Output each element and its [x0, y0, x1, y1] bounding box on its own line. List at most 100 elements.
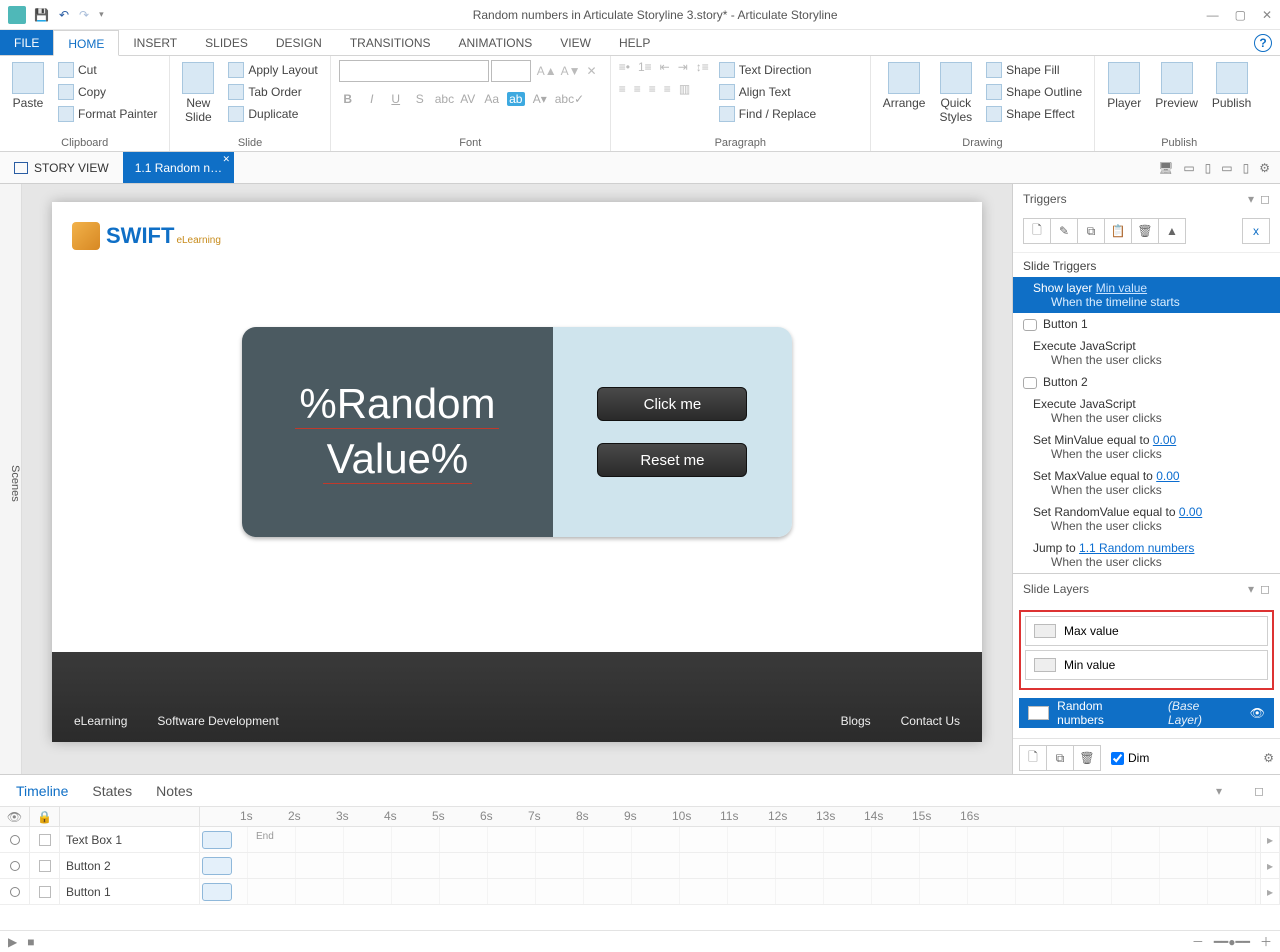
phone-portrait-icon[interactable]: ▯ [1243, 161, 1250, 175]
visible-icon[interactable]: 👁 [1250, 706, 1265, 720]
align-center-icon[interactable]: ≡ [634, 82, 641, 96]
lock-toggle[interactable] [39, 860, 51, 872]
zoom-in-icon[interactable]: ＋ [1260, 933, 1272, 950]
panel-undock-icon[interactable]: ◻ [1260, 192, 1270, 206]
shape-outline-button[interactable]: Shape Outline [982, 82, 1086, 102]
align-left-icon[interactable]: ≡ [619, 82, 626, 96]
charspace-button[interactable]: AV [459, 92, 477, 106]
row-expand-icon[interactable]: ▸ [1260, 853, 1280, 878]
timeline-chip[interactable] [202, 883, 232, 901]
click-me-button[interactable]: Click me [597, 387, 747, 421]
tab-design[interactable]: DESIGN [262, 30, 336, 55]
stop-button[interactable]: ■ [27, 935, 34, 949]
linespace-icon[interactable]: ↕≡ [696, 60, 709, 74]
play-button[interactable]: ▶ [8, 935, 17, 949]
variables-button[interactable]: x [1242, 218, 1270, 244]
lock-toggle[interactable] [39, 886, 51, 898]
shrink-font-icon[interactable]: A▼ [561, 64, 581, 78]
bullets-icon[interactable]: ≡• [619, 60, 630, 74]
quick-styles-button[interactable]: Quick Styles [935, 60, 976, 126]
copy-button[interactable]: Copy [54, 82, 161, 102]
trigger-setrandom[interactable]: Set RandomValue equal to 0.00When the us… [1013, 501, 1280, 537]
del-layer-button[interactable]: 🗑 [1073, 745, 1101, 771]
layer-max-value[interactable]: Max value [1025, 616, 1268, 646]
tab-file[interactable]: FILE [0, 30, 53, 55]
tab-notes[interactable]: Notes [156, 783, 193, 799]
dup-layer-button[interactable]: ⧉ [1046, 745, 1074, 771]
tab-states[interactable]: States [92, 783, 132, 799]
object-name[interactable]: Button 2 [60, 853, 200, 878]
publish-button[interactable]: Publish [1208, 60, 1255, 112]
object-name[interactable]: Text Box 1 [60, 827, 200, 852]
shape-fill-button[interactable]: Shape Fill [982, 60, 1086, 80]
clear-format-icon[interactable]: ✕ [587, 64, 597, 78]
italic-button[interactable]: I [363, 92, 381, 106]
help-icon[interactable]: ? [1254, 34, 1272, 52]
phone-landscape-icon[interactable]: ▭ [1221, 161, 1232, 175]
new-trigger-button[interactable]: 🗋 [1023, 218, 1051, 244]
cut-button[interactable]: Cut [54, 60, 161, 80]
undo-icon[interactable]: ↶ [59, 8, 69, 22]
edit-trigger-button[interactable]: ✎ [1050, 218, 1078, 244]
maximize-button[interactable]: ▢ [1235, 8, 1246, 22]
fontcolor-button[interactable]: A▾ [531, 92, 549, 106]
columns-icon[interactable]: ▥ [679, 82, 690, 96]
tab-insert[interactable]: INSERT [119, 30, 191, 55]
minimize-button[interactable]: — [1207, 8, 1219, 22]
bold-button[interactable]: B [339, 92, 357, 106]
moveup-trigger-button[interactable]: ▲ [1158, 218, 1186, 244]
object-name[interactable]: Button 1 [60, 879, 200, 904]
changecase-button[interactable]: Aa [483, 92, 501, 106]
canvas-area[interactable]: SWIFTeLearning %Random Value% Click me R… [22, 184, 1012, 774]
trigger-showlayer[interactable]: Show layer Min value When the timeline s… [1013, 277, 1280, 313]
font-size-select[interactable] [491, 60, 531, 82]
tab-help[interactable]: HELP [605, 30, 664, 55]
trigger-jumpto[interactable]: Jump to 1.1 Random numbersWhen the user … [1013, 537, 1280, 573]
underline-button[interactable]: U [387, 92, 405, 106]
timeline-track[interactable] [200, 879, 1260, 904]
redo-icon[interactable]: ↷ [79, 8, 89, 22]
spellcheck-button[interactable]: abc✓ [555, 92, 573, 106]
layer-min-value[interactable]: Min value [1025, 650, 1268, 680]
timeline-row[interactable]: Text Box 1End▸ [0, 827, 1280, 853]
timeline-chip[interactable] [202, 857, 232, 875]
panel-menu-icon[interactable]: ▾ [1248, 582, 1254, 596]
grow-font-icon[interactable]: A▲ [537, 64, 557, 78]
row-expand-icon[interactable]: ▸ [1260, 827, 1280, 852]
new-layer-button[interactable]: 🗋 [1019, 745, 1047, 771]
preview-button[interactable]: Preview [1151, 60, 1202, 112]
copy-trigger-button[interactable]: ⧉ [1077, 218, 1105, 244]
trigger-heading-button1[interactable]: Button 1 [1013, 313, 1280, 335]
highlight-button[interactable]: ab [507, 92, 525, 106]
align-justify-icon[interactable]: ≡ [664, 82, 671, 96]
strike-button[interactable]: abc [435, 92, 453, 106]
tab-home[interactable]: HOME [53, 30, 119, 56]
text-direction-button[interactable]: Text Direction [715, 60, 820, 80]
trigger-execjs-1[interactable]: Execute JavaScriptWhen the user clicks [1013, 335, 1280, 371]
tab-view[interactable]: VIEW [546, 30, 605, 55]
timeline-row[interactable]: Button 2 ▸ [0, 853, 1280, 879]
tab-transitions[interactable]: TRANSITIONS [336, 30, 445, 55]
lock-toggle[interactable] [39, 834, 51, 846]
outdent-icon[interactable]: ⇤ [660, 60, 670, 74]
align-right-icon[interactable]: ≡ [649, 82, 656, 96]
story-view-button[interactable]: STORY VIEW [0, 152, 123, 183]
layer-settings-button[interactable]: ⚙ [1263, 751, 1274, 765]
panel-menu-icon[interactable]: ▾ [1216, 784, 1222, 798]
visibility-toggle[interactable] [10, 887, 20, 897]
delete-trigger-button[interactable]: 🗑 [1131, 218, 1159, 244]
save-icon[interactable]: 💾 [34, 8, 49, 22]
tablet-portrait-icon[interactable]: ▯ [1205, 161, 1212, 175]
tab-timeline[interactable]: Timeline [16, 783, 68, 799]
trigger-setmaxvalue[interactable]: Set MaxValue equal to 0.00When the user … [1013, 465, 1280, 501]
new-slide-button[interactable]: New Slide [178, 60, 218, 126]
panel-menu-icon[interactable]: ▾ [1248, 192, 1254, 206]
scenes-rail[interactable]: Scenes [0, 184, 22, 774]
tab-animations[interactable]: ANIMATIONS [445, 30, 547, 55]
desktop-icon[interactable]: 🖥 [1158, 161, 1173, 175]
font-family-select[interactable] [339, 60, 489, 82]
tablet-landscape-icon[interactable]: ▭ [1183, 161, 1194, 175]
trigger-setminvalue[interactable]: Set MinValue equal to 0.00When the user … [1013, 429, 1280, 465]
trigger-execjs-2[interactable]: Execute JavaScriptWhen the user clicks [1013, 393, 1280, 429]
slide-tab[interactable]: 1.1 Random n…✕ [123, 152, 234, 183]
